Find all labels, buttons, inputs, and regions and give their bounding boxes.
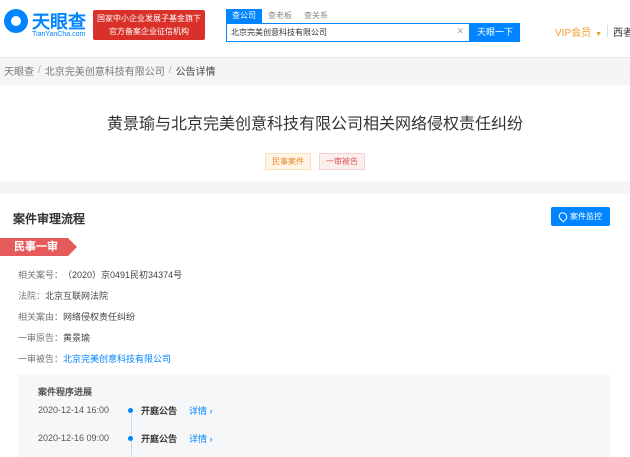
- user-menu[interactable]: 西者: [613, 24, 630, 39]
- timeline-date: 2020-12-14 16:00: [38, 405, 110, 415]
- location-pin-icon: [556, 210, 570, 223]
- breadcrumb: 天眼查 / 北京完美创意科技有限公司 / 公告详情: [4, 63, 216, 78]
- tab-search-relation[interactable]: 查关系: [298, 9, 334, 23]
- breadcrumb-home[interactable]: 天眼查: [4, 63, 34, 78]
- timeline-event: 开庭公告: [141, 433, 178, 444]
- case-info-list: 相关案号： （2020）京0491民初34374号 法院： 北京互联网法院 相关…: [18, 268, 182, 373]
- breadcrumb-separator: /: [168, 65, 172, 76]
- search-button[interactable]: 天眼一下: [470, 23, 520, 42]
- government-badge: 国家中小企业发展子基金旗下 官方备案企业征信机构: [93, 10, 205, 40]
- caret-down-icon: ▼: [595, 31, 603, 38]
- breadcrumb-company[interactable]: 北京完美创意科技有限公司: [45, 63, 165, 78]
- timeline-detail-link[interactable]: 详情 ›: [189, 404, 213, 417]
- tab-search-company[interactable]: 查公司: [226, 9, 262, 23]
- vip-label: VIP会员: [555, 28, 592, 39]
- case-title: 黄景瑜与北京完美创意科技有限公司相关网络侵权责任纠纷: [106, 116, 523, 133]
- case-tags: 民事案件 一审被告: [0, 153, 630, 170]
- case-type-tag: 民事案件: [265, 153, 311, 170]
- timeline-dot: [128, 407, 133, 413]
- top-header: 天眼查 TianYanCha.com 国家中小企业发展子基金旗下 官方备案企业征…: [0, 0, 630, 58]
- info-label: 相关案由：: [18, 312, 64, 322]
- breadcrumb-separator: /: [38, 65, 41, 76]
- vip-menu[interactable]: VIP会员 ▼: [555, 24, 602, 39]
- info-label: 一审原告：: [18, 333, 64, 343]
- info-row-cause: 相关案由： 网络侵权责任纠纷: [18, 310, 182, 324]
- timeline-date: 2020-12-16 09:00: [38, 433, 110, 443]
- info-value: 网络侵权责任纠纷: [63, 312, 136, 322]
- info-row-defendant: 一审被告： 北京完美创意科技有限公司: [18, 352, 182, 366]
- info-label: 法院：: [18, 291, 46, 301]
- defendant-company-link[interactable]: 北京完美创意科技有限公司: [63, 352, 171, 366]
- tab-search-boss[interactable]: 查老板: [262, 9, 298, 23]
- case-monitor-button[interactable]: 案件监控: [551, 207, 610, 226]
- case-process-card: 案件审理流程 案件监控 民事一审 相关案号： （2020）京0491民初3437…: [0, 194, 630, 457]
- gov-badge-line1: 国家中小企业发展子基金旗下: [97, 14, 201, 23]
- timeline-item: 2020-12-14 16:00 开庭公告 详情 ›: [38, 403, 213, 417]
- page: 天眼查 TianYanCha.com 国家中小企业发展子基金旗下 官方备案企业征…: [0, 0, 630, 457]
- case-role-tag: 一审被告: [319, 153, 365, 170]
- clear-icon[interactable]: ✕: [456, 26, 464, 37]
- case-progress-box: 案件程序进展 2020-12-14 16:00 开庭公告 详情 › 2020-1…: [18, 374, 610, 457]
- timeline-dot: [128, 435, 133, 441]
- timeline-event: 开庭公告: [141, 405, 178, 416]
- info-value: 北京互联网法院: [45, 291, 109, 301]
- search-box: ✕: [226, 23, 470, 42]
- progress-title: 案件程序进展: [38, 387, 93, 397]
- info-value: 黄景瑜: [63, 333, 91, 343]
- case-title-card: 黄景瑜与北京完美创意科技有限公司相关网络侵权责任纠纷 民事案件 一审被告: [0, 85, 630, 181]
- timeline-item: 2020-12-16 09:00 开庭公告 详情 ›: [38, 431, 213, 445]
- info-label: 相关案号：: [18, 270, 64, 280]
- eye-logo-icon: [4, 9, 28, 33]
- site-logo[interactable]: 天眼查 TianYanCha.com: [4, 8, 88, 44]
- monitor-button-label: 案件监控: [570, 212, 602, 221]
- info-value: （2020）京0491民初34374号: [63, 270, 183, 280]
- timeline-detail-link[interactable]: 详情 ›: [189, 432, 213, 445]
- gov-badge-line2: 官方备案企业征信机构: [109, 27, 189, 36]
- logo-domain: TianYanCha.com: [32, 31, 86, 38]
- stage-badge: 民事一审: [0, 238, 77, 256]
- section-title: 案件审理流程: [13, 212, 86, 226]
- search-input[interactable]: [227, 24, 455, 41]
- search-tabs: 查公司 查老板 查关系: [226, 9, 334, 23]
- info-row-court: 法院： 北京互联网法院: [18, 289, 182, 303]
- breadcrumb-current: 公告详情: [175, 67, 216, 78]
- info-row-plaintiff: 一审原告： 黄景瑜: [18, 331, 182, 345]
- info-row-case-number: 相关案号： （2020）京0491民初34374号: [18, 268, 182, 282]
- header-divider: [607, 25, 608, 37]
- info-label: 一审被告：: [18, 354, 64, 364]
